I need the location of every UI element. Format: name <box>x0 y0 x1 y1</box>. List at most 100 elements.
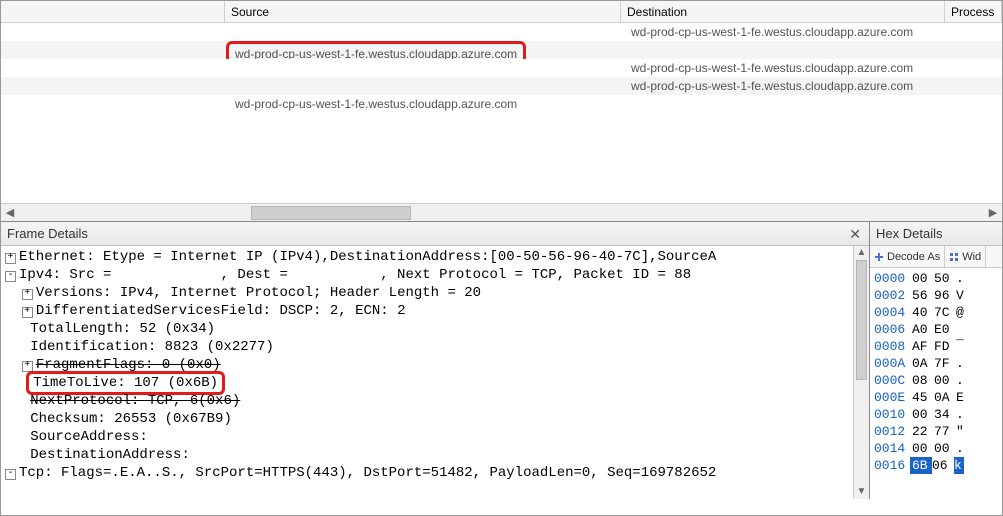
hex-row[interactable]: 0006A0E0 <box>874 321 998 338</box>
hex-ascii: . <box>956 355 966 372</box>
expand-icon[interactable]: + <box>22 307 33 318</box>
hex-offset: 0004 <box>874 304 912 321</box>
frame-details-tree[interactable]: +Ethernet: Etype = Internet IP (IPv4),De… <box>1 246 869 499</box>
hex-row[interactable]: 000A0A7F. <box>874 355 998 372</box>
hex-ascii: . <box>956 372 966 389</box>
scroll-thumb-v[interactable] <box>856 260 867 380</box>
source-cell: wd-prod-cp-us-west-1-fe.westus.cloudapp.… <box>225 41 621 59</box>
hex-byte: 6B <box>910 457 932 474</box>
hex-row[interactable]: 00140000. <box>874 440 998 457</box>
col-header-source[interactable]: Source <box>225 1 621 22</box>
col-header-destination[interactable]: Destination <box>621 1 945 22</box>
hex-row[interactable]: 000E450AE <box>874 389 998 406</box>
scroll-down-arrow[interactable]: ▼ <box>854 485 869 499</box>
hex-ascii: V <box>956 287 966 304</box>
hex-byte: 96 <box>934 287 956 304</box>
decode-as-button[interactable]: Decode As <box>870 246 945 267</box>
hex-byte: 00 <box>934 440 956 457</box>
width-label: Wid <box>962 251 981 263</box>
hex-rows[interactable]: 00000050.00025696V0004407C@0006A0E0 0008… <box>870 268 1002 499</box>
collapse-icon[interactable]: - <box>5 271 16 282</box>
hex-row[interactable]: 0008AFFD¯ <box>874 338 998 355</box>
close-icon[interactable]: ✕ <box>847 223 863 245</box>
hex-byte: 0A <box>934 389 956 406</box>
hex-byte: 7C <box>934 304 956 321</box>
hex-byte: 22 <box>912 423 934 440</box>
hex-byte: 00 <box>912 440 934 457</box>
table-row[interactable]: wd-prod-cp-us-west-1-fe.westus.cloudapp.… <box>1 59 1002 77</box>
hex-offset: 000E <box>874 389 912 406</box>
table-row[interactable]: wd-prod-cp-us-west-1-fe.westus.cloudapp.… <box>1 95 1002 113</box>
hex-details-header: Hex Details <box>870 222 1002 246</box>
expand-icon[interactable]: + <box>5 253 16 264</box>
tree-node-text: SourceAddress: <box>30 429 148 445</box>
scroll-track[interactable] <box>19 204 984 222</box>
tree-node-text: DifferentiatedServicesField: DSCP: 2, EC… <box>36 303 406 319</box>
hex-row[interactable]: 00166B06k <box>874 457 998 474</box>
scroll-right-arrow[interactable]: ▶ <box>984 204 1002 222</box>
frame-details-pane: Frame Details ✕ +Ethernet: Etype = Inter… <box>1 221 870 499</box>
tree-node-text: TimeToLive: 107 (0x6B) <box>33 375 218 391</box>
tree-node-text: TotalLength: 52 (0x34) <box>30 321 215 337</box>
destination-cell: wd-prod-cp-us-west-1-fe.westus.cloudapp.… <box>621 23 945 41</box>
scroll-up-arrow[interactable]: ▲ <box>854 246 869 260</box>
hex-ascii: ¯ <box>956 338 966 355</box>
hex-ascii: . <box>956 270 966 287</box>
tree-node[interactable]: SourceAddress: <box>5 428 867 446</box>
tree-node[interactable]: +Ethernet: Etype = Internet IP (IPv4),De… <box>5 248 867 266</box>
hex-offset: 000A <box>874 355 912 372</box>
tree-node[interactable]: NextProtocol: TCP, 6(0x6) <box>5 392 867 410</box>
tree-node[interactable]: DestinationAddress: <box>5 446 867 464</box>
col-header-process[interactable]: Process <box>945 1 1002 22</box>
tree-node[interactable]: +Versions: IPv4, Internet Protocol; Head… <box>5 284 867 302</box>
hex-byte: 00 <box>912 270 934 287</box>
destination-cell <box>621 95 945 113</box>
frame-details-vscroll[interactable]: ▲ ▼ <box>853 246 869 499</box>
hex-byte: 06 <box>932 457 954 474</box>
tree-node[interactable]: -Ipv4: Src = , Dest = , Next Protocol = … <box>5 266 867 284</box>
source-cell <box>225 77 621 95</box>
hex-details-pane: Hex Details Decode As Wid 00000050.00025… <box>870 221 1002 499</box>
hex-byte: A0 <box>912 321 934 338</box>
scroll-left-arrow[interactable]: ◀ <box>1 204 19 222</box>
hex-byte: 34 <box>934 406 956 423</box>
hex-row[interactable]: 00122277" <box>874 423 998 440</box>
hex-byte: AF <box>912 338 934 355</box>
hex-byte: 45 <box>912 389 934 406</box>
tree-node[interactable]: -Tcp: Flags=.E.A..S., SrcPort=HTTPS(443)… <box>5 464 867 482</box>
destination-cell <box>621 41 945 59</box>
hex-byte: 7F <box>934 355 956 372</box>
hex-row[interactable]: 000C0800. <box>874 372 998 389</box>
hex-ascii: . <box>956 406 966 423</box>
hex-byte: 77 <box>934 423 956 440</box>
tree-node[interactable]: TotalLength: 52 (0x34) <box>5 320 867 338</box>
hex-toolbar: Decode As Wid <box>870 246 1002 268</box>
tree-node-text: Ethernet: Etype = Internet IP (IPv4),Des… <box>19 249 716 265</box>
hex-ascii: k <box>954 457 964 474</box>
scroll-thumb[interactable] <box>251 206 411 220</box>
table-row[interactable]: wd-prod-cp-us-west-1-fe.westus.cloudapp.… <box>1 41 1002 59</box>
hex-ascii: . <box>956 440 966 457</box>
hex-row[interactable]: 00100034. <box>874 406 998 423</box>
tree-node[interactable]: +DifferentiatedServicesField: DSCP: 2, E… <box>5 302 867 320</box>
width-button[interactable]: Wid <box>945 246 986 267</box>
hex-row[interactable]: 00025696V <box>874 287 998 304</box>
tree-node[interactable]: Checksum: 26553 (0x67B9) <box>5 410 867 428</box>
hex-offset: 0008 <box>874 338 912 355</box>
collapse-icon[interactable]: - <box>5 469 16 480</box>
tree-node[interactable]: Identification: 8823 (0x2277) <box>5 338 867 356</box>
hex-ascii: E <box>956 389 966 406</box>
packet-list[interactable]: Source Destination Process wd-prod-cp-us… <box>1 1 1002 221</box>
hex-row[interactable]: 0004407C@ <box>874 304 998 321</box>
expand-icon[interactable]: + <box>22 289 33 300</box>
tree-node[interactable]: TimeToLive: 107 (0x6B) <box>5 374 867 392</box>
hex-offset: 0000 <box>874 270 912 287</box>
hex-byte: 56 <box>912 287 934 304</box>
table-row[interactable]: wd-prod-cp-us-west-1-fe.westus.cloudapp.… <box>1 23 1002 41</box>
hex-byte: 50 <box>934 270 956 287</box>
hex-row[interactable]: 00000050. <box>874 270 998 287</box>
hex-byte: 08 <box>912 372 934 389</box>
packet-list-hscroll[interactable]: ◀ ▶ <box>1 203 1002 221</box>
table-row[interactable]: wd-prod-cp-us-west-1-fe.westus.cloudapp.… <box>1 77 1002 95</box>
hex-offset: 0002 <box>874 287 912 304</box>
